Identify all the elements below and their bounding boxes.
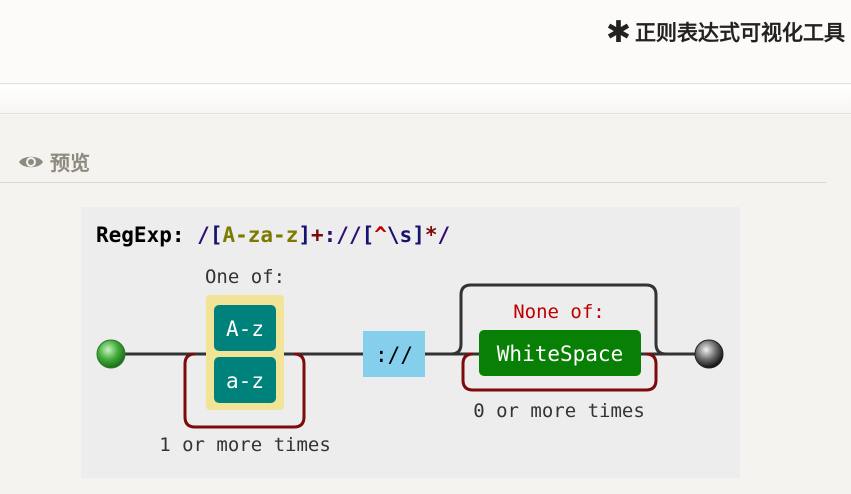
range-lower: a-z [226, 369, 264, 393]
preview-heading-text: 预览 [50, 151, 90, 175]
end-node [694, 339, 724, 369]
quantifier-label-1: 1 or more times [159, 434, 331, 456]
page: ✱ 正则表达式可视化工具 预览 RegExp: /[A-za-z]+://[^\… [0, 0, 851, 494]
header: ✱ 正则表达式可视化工具 [0, 0, 851, 84]
header-divider-band [0, 85, 851, 114]
literal-text: :// [375, 343, 413, 367]
railroad-diagram: One of: A-z a-z 1 or more times :// None… [96, 266, 724, 456]
regex-diagram-panel: RegExp: /[A-za-z]+://[^\s]*/ One of: A-z… [81, 207, 740, 478]
range-upper: A-z [226, 317, 264, 341]
main-area: 预览 RegExp: /[A-za-z]+://[^\s]*/ One of: … [0, 115, 851, 494]
quantifier-label-2: 0 or more times [473, 400, 645, 422]
app-title-text: 正则表达式可视化工具 [635, 21, 845, 45]
preview-heading: 预览 [18, 147, 90, 176]
app-title: ✱ 正则表达式可视化工具 [606, 16, 845, 48]
one-of-label: One of: [205, 266, 285, 288]
section-divider [0, 182, 826, 183]
none-of-label: None of: [513, 301, 605, 323]
start-node [96, 339, 126, 369]
asterisk-icon: ✱ [605, 15, 631, 50]
eye-icon [19, 156, 43, 167]
whitespace-text: WhiteSpace [497, 342, 623, 366]
